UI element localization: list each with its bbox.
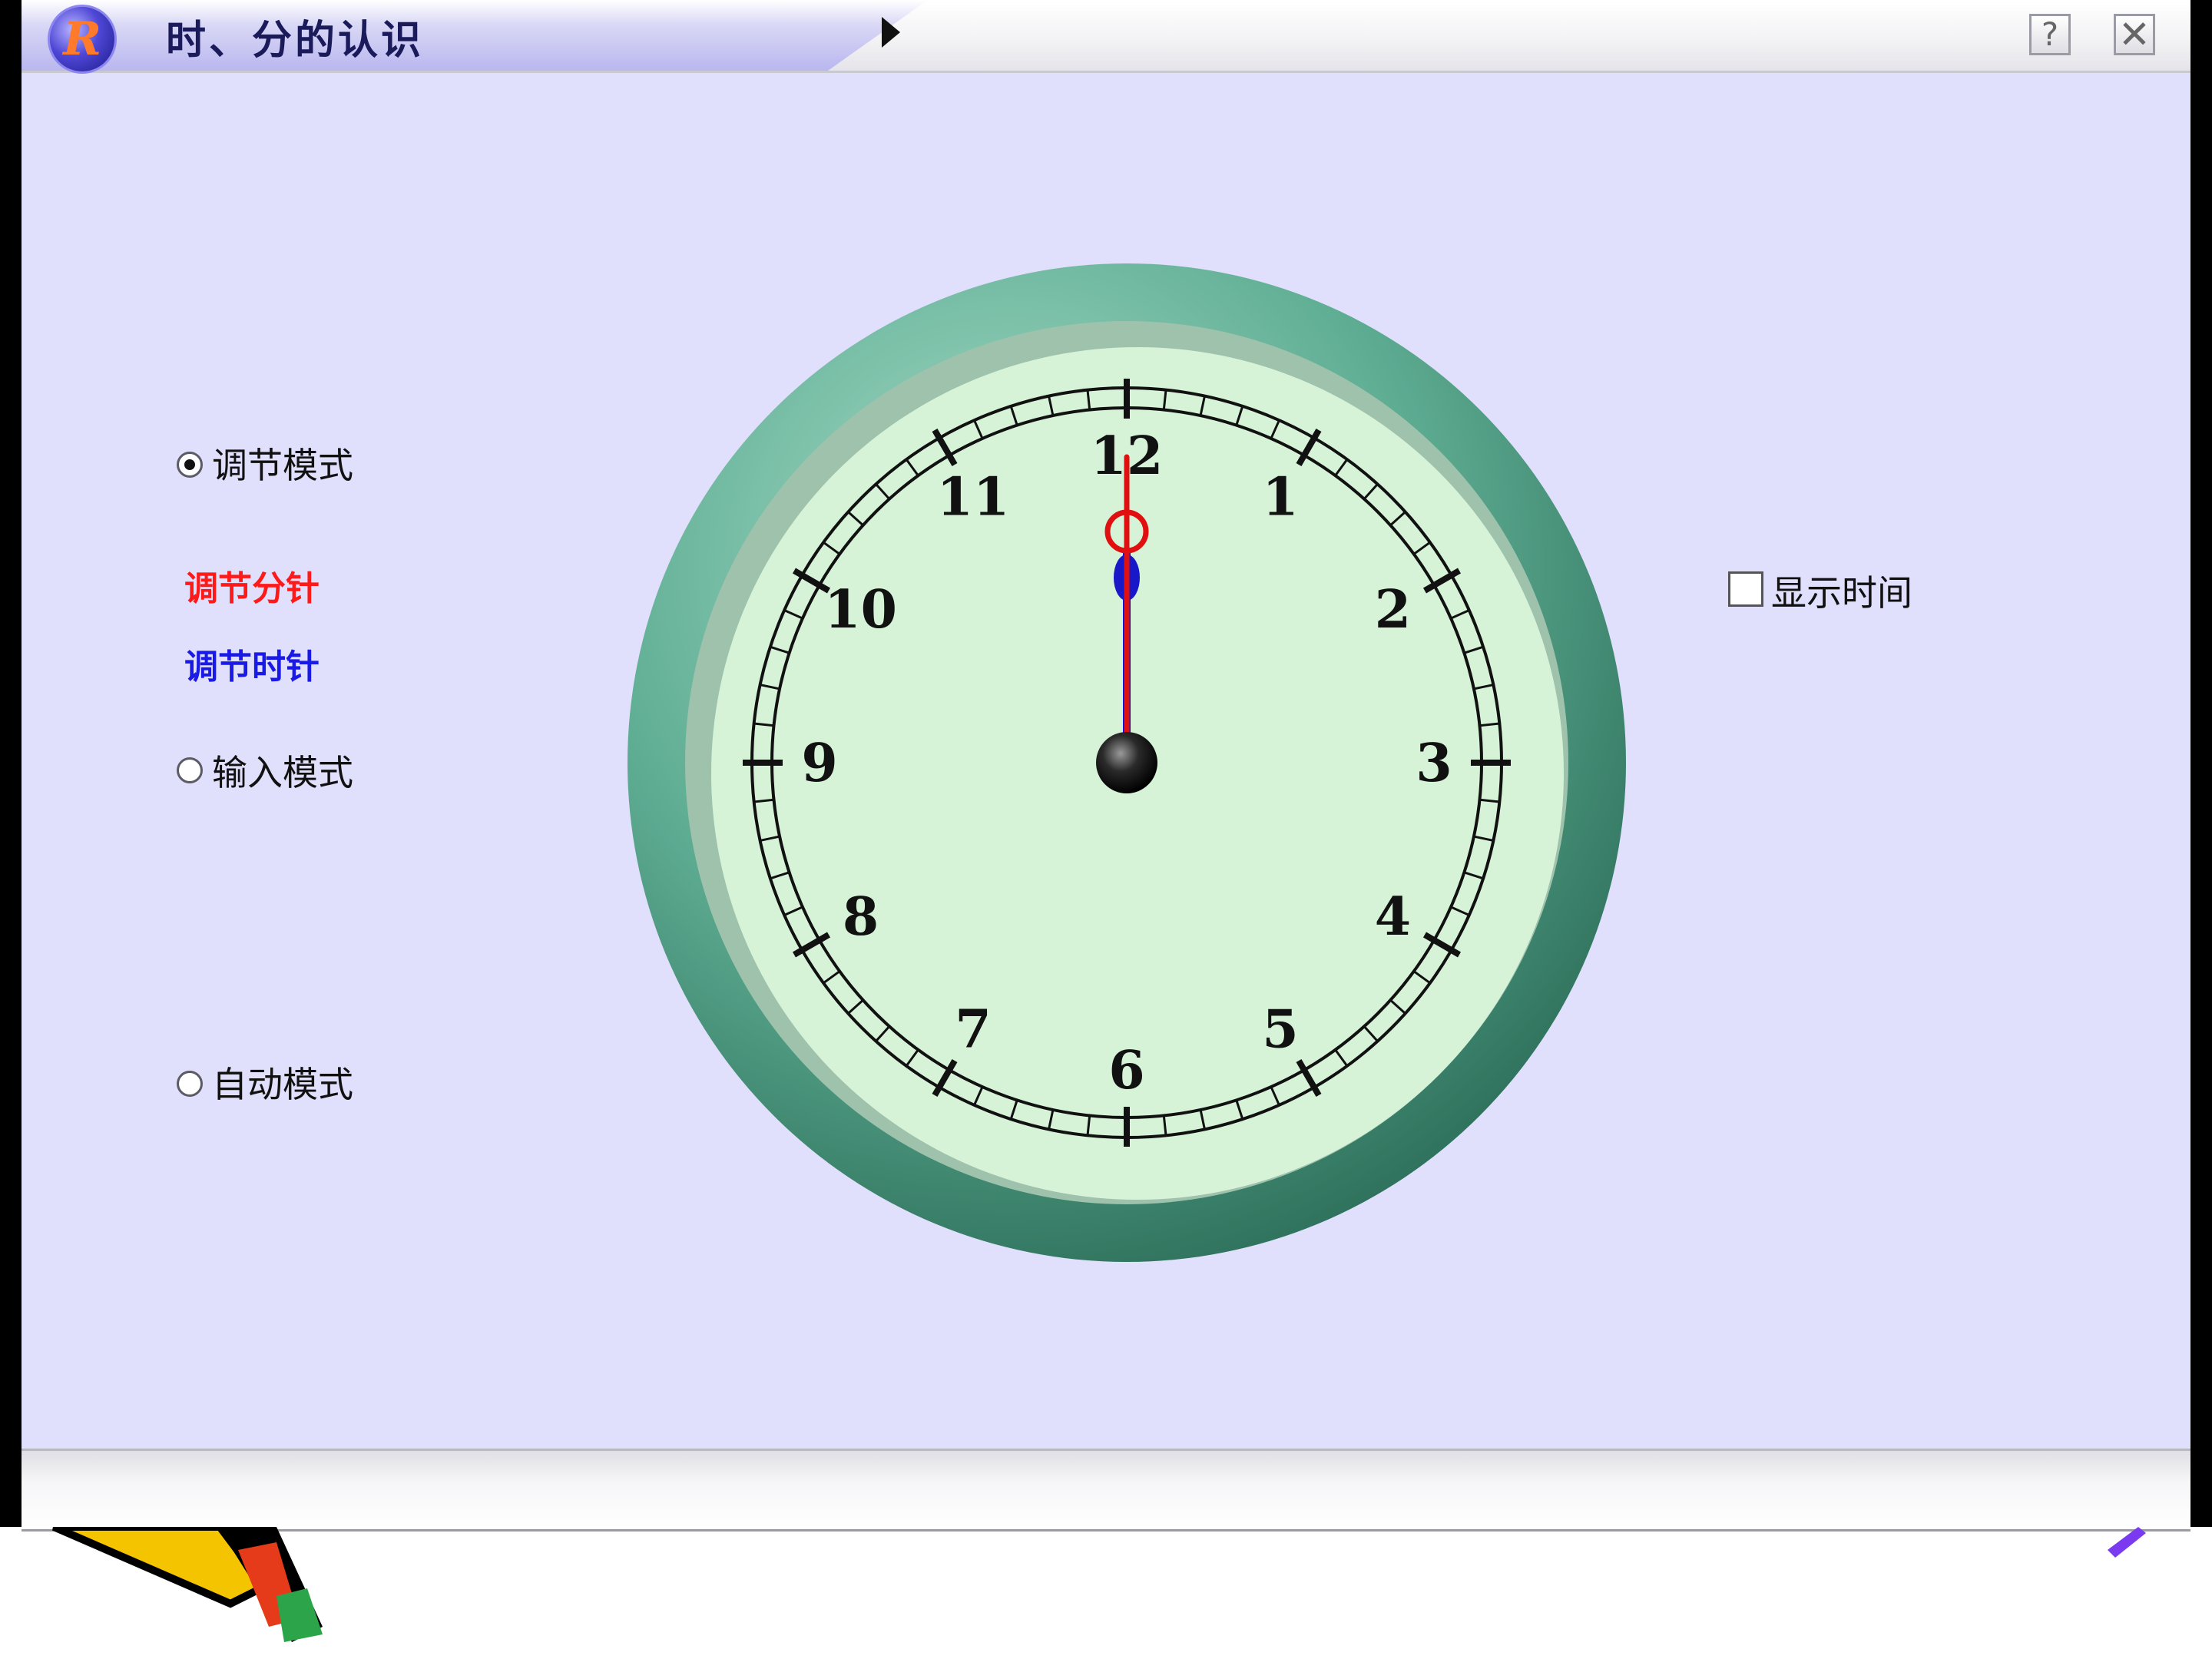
clock-numeral-2: 2 [1375, 579, 1411, 641]
auto-mode-radio[interactable] [177, 1071, 203, 1097]
adjust-mode-radio[interactable] [177, 452, 203, 478]
adjust-hour-link[interactable]: 调节时针 [184, 639, 320, 688]
clock-numeral-7: 7 [955, 998, 991, 1060]
adjust-mode-label[interactable]: 调节模式 [212, 438, 353, 488]
input-mode-label[interactable]: 输入模式 [212, 745, 353, 796]
clock-numeral-8: 8 [843, 886, 879, 948]
clock-center-knob [1096, 732, 1157, 793]
logo-icon: R [48, 5, 117, 74]
input-mode-radio[interactable] [177, 757, 203, 783]
play-icon[interactable] [882, 17, 900, 48]
window-title: 时、分的认识 [166, 18, 425, 64]
corner-arrow-clipart [2108, 1527, 2146, 1558]
title-bar: R 时、分的认识 ? ✕ [22, 0, 2190, 74]
app-window: R 时、分的认识 ? ✕ 调节模式 调节分针 调节时针 输入模式 自动模式 显示… [22, 0, 2190, 1532]
clock-numeral-1: 1 [1262, 467, 1298, 528]
left-frame-strip [0, 0, 22, 1527]
clock-numeral-4: 4 [1375, 886, 1411, 948]
title-tab [22, 0, 928, 71]
help-button[interactable]: ? [2029, 14, 2071, 55]
clock-numeral-3: 3 [1416, 733, 1452, 794]
status-bar [22, 1449, 2190, 1532]
logo-letter: R [63, 12, 101, 66]
clock-numeral-10: 10 [824, 579, 897, 641]
analog-clock[interactable]: 121234567891011 [625, 261, 1628, 1264]
clock-numeral-6: 6 [1108, 1040, 1144, 1101]
pencil-clipart [52, 1527, 323, 1642]
clock-numeral-5: 5 [1262, 998, 1298, 1060]
auto-mode-label[interactable]: 自动模式 [212, 1057, 353, 1108]
right-frame-strip [2190, 0, 2212, 1527]
show-time-checkbox[interactable] [1728, 571, 1763, 607]
clock-numeral-11: 11 [937, 467, 1010, 528]
show-time-label[interactable]: 显示时间 [1771, 565, 1912, 616]
clock-numeral-9: 9 [801, 733, 837, 794]
close-button[interactable]: ✕ [2114, 14, 2155, 55]
adjust-minute-link[interactable]: 调节分针 [184, 561, 320, 610]
